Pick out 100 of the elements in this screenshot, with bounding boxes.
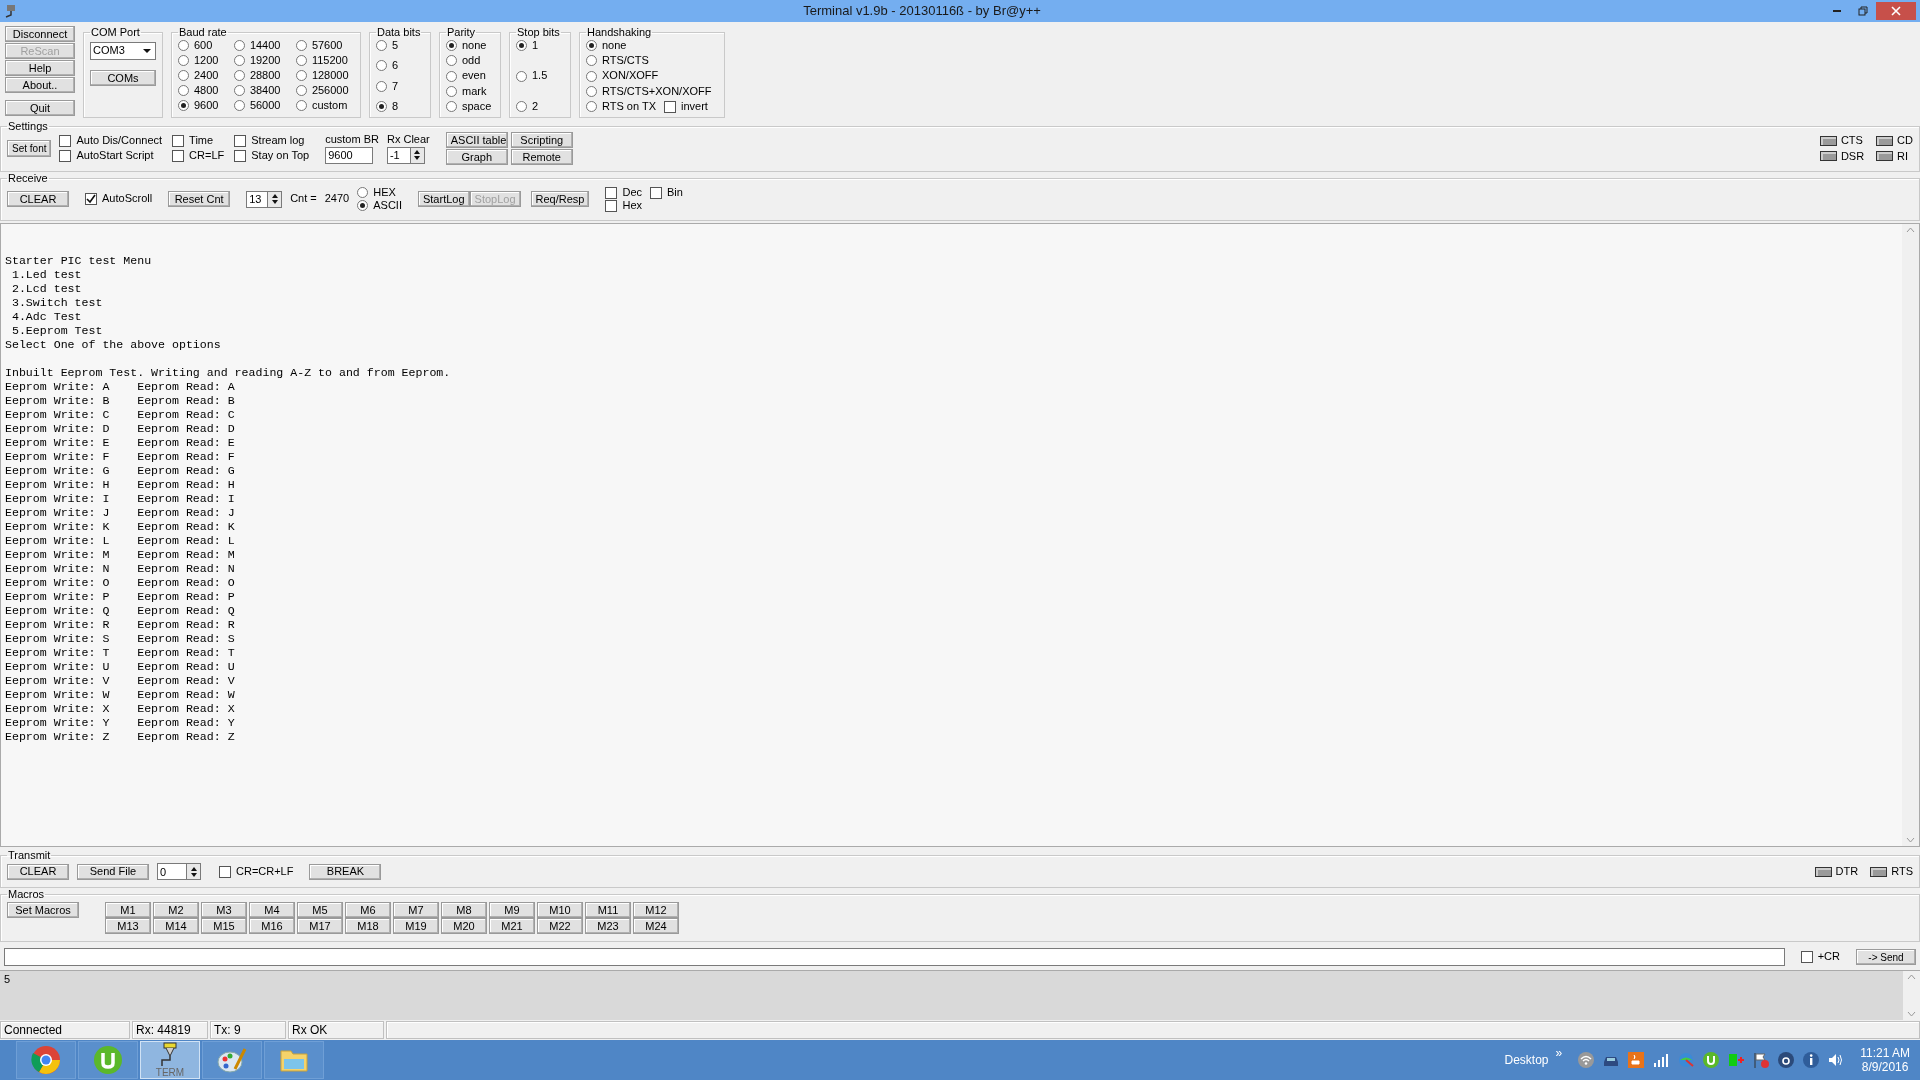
checkbox[interactable] (219, 865, 231, 878)
macro-button[interactable]: M17 (297, 918, 343, 934)
round-logo-icon[interactable] (1702, 1051, 1721, 1069)
checkbox[interactable] (605, 186, 618, 199)
clear-button[interactable]: CLEAR (7, 863, 69, 880)
radio-button[interactable] (586, 101, 597, 112)
spinner-arrows[interactable] (187, 863, 201, 880)
globe-icon[interactable] (1677, 1051, 1696, 1069)
macro-button[interactable]: M11 (585, 902, 631, 918)
checkbox[interactable] (605, 199, 618, 212)
macro-button[interactable]: M6 (345, 902, 391, 918)
flag-icon[interactable] (1752, 1051, 1771, 1069)
tool-button[interactable]: Remote (510, 149, 573, 165)
radio-button[interactable] (295, 100, 307, 111)
spin-field[interactable]: 0 (157, 863, 187, 880)
checkbox[interactable] (85, 193, 97, 205)
macro-button[interactable]: M24 (633, 918, 679, 934)
macro-button[interactable]: M13 (105, 918, 151, 934)
radio-button[interactable] (586, 70, 597, 82)
macro-button[interactable]: M1 (105, 902, 151, 918)
checkbox[interactable] (59, 135, 72, 147)
set-macros-button[interactable]: Set Macros (7, 902, 79, 918)
radio-button[interactable] (446, 85, 457, 97)
spin-field[interactable]: 13 (246, 190, 269, 208)
macro-button[interactable]: M21 (489, 918, 535, 934)
taskbar-app[interactable] (16, 1041, 76, 1079)
macro-button[interactable]: M23 (585, 918, 631, 934)
radio-button[interactable] (516, 70, 527, 82)
radio-button[interactable] (376, 101, 387, 112)
reset-count-button[interactable]: Reset Cnt (168, 191, 231, 207)
macro-button[interactable]: M2 (153, 902, 199, 918)
clear-button[interactable]: CLEAR (7, 191, 69, 207)
radio-button[interactable] (233, 55, 245, 66)
signal-bars-icon[interactable] (1652, 1051, 1671, 1069)
radio-button[interactable] (357, 187, 369, 198)
tool-button[interactable]: Graph (445, 149, 508, 165)
command-field[interactable] (4, 948, 1785, 966)
checkbox[interactable] (234, 150, 247, 162)
macro-button[interactable]: M16 (249, 918, 295, 934)
port-dropdown[interactable]: COM3 (90, 42, 156, 60)
radio-button[interactable] (178, 85, 189, 96)
close-button[interactable] (1876, 2, 1916, 20)
macro-button[interactable]: M3 (201, 902, 247, 918)
macro-button[interactable]: M20 (441, 918, 487, 934)
checkbox[interactable] (172, 150, 185, 162)
log-button[interactable]: StartLog (417, 191, 470, 207)
side-button[interactable]: Disconnect (5, 26, 75, 42)
spinner-arrows[interactable] (268, 190, 283, 208)
radio-button[interactable] (446, 70, 457, 82)
macro-button[interactable]: M10 (537, 902, 583, 918)
info-icon[interactable] (1802, 1051, 1821, 1069)
taskbar-app[interactable] (202, 1041, 262, 1079)
radio-button[interactable] (586, 85, 597, 97)
radio-button[interactable] (295, 40, 307, 51)
send-file-button[interactable]: Send File (77, 863, 149, 880)
radio-button[interactable] (233, 85, 245, 96)
macro-button[interactable]: M8 (441, 902, 487, 918)
radio-button[interactable] (178, 40, 189, 51)
macro-button[interactable]: M12 (633, 902, 679, 918)
checkbox[interactable] (650, 186, 663, 199)
radio-button[interactable] (376, 80, 387, 92)
taskbar-app[interactable] (264, 1041, 324, 1079)
checkbox[interactable] (234, 135, 247, 147)
taskbar-app[interactable] (78, 1041, 138, 1079)
side-button[interactable]: About.. (5, 77, 75, 93)
radio-button[interactable] (357, 200, 369, 211)
macro-button[interactable]: M15 (201, 918, 247, 934)
tool-button[interactable]: ASCII table (445, 132, 508, 148)
desktop-label[interactable]: Desktop (1504, 1052, 1549, 1068)
checkbox[interactable] (664, 100, 676, 113)
send-button[interactable]: -> Send (1856, 949, 1916, 965)
log-button[interactable]: Req/Resp (530, 191, 590, 207)
radio-button[interactable] (446, 101, 457, 112)
side-button[interactable]: Help (5, 60, 75, 76)
cup-icon[interactable] (1627, 1051, 1646, 1069)
macro-button[interactable]: M14 (153, 918, 199, 934)
radio-button[interactable] (376, 40, 387, 51)
radio-button[interactable] (295, 55, 307, 66)
clock-time[interactable]: 11:21 AM (1860, 1045, 1910, 1060)
wifi-icon[interactable] (1577, 1051, 1596, 1069)
radio-button[interactable] (446, 40, 457, 51)
radio-button[interactable] (516, 40, 527, 51)
macro-button[interactable]: M5 (297, 902, 343, 918)
set-font-button[interactable]: Set font (7, 140, 52, 157)
tool-button[interactable]: Scripting (510, 132, 573, 148)
chevron-button[interactable]: » (1555, 1045, 1563, 1060)
radio-button[interactable] (516, 101, 527, 112)
checkbox[interactable] (172, 135, 185, 147)
radio-button[interactable] (295, 70, 307, 81)
clock-date[interactable]: 8/9/2016 (1861, 1060, 1909, 1075)
custom-br-field[interactable]: 9600 (325, 146, 374, 164)
radio-button[interactable] (295, 85, 307, 96)
radio-button[interactable] (376, 60, 387, 72)
radio-button[interactable] (178, 70, 189, 81)
macro-button[interactable]: M7 (393, 902, 439, 918)
plus-icon[interactable] (1727, 1051, 1746, 1069)
round-icon[interactable] (1777, 1051, 1796, 1069)
macro-button[interactable]: M19 (393, 918, 439, 934)
checkbox[interactable] (1800, 951, 1813, 963)
side-button[interactable]: Quit (5, 100, 75, 116)
